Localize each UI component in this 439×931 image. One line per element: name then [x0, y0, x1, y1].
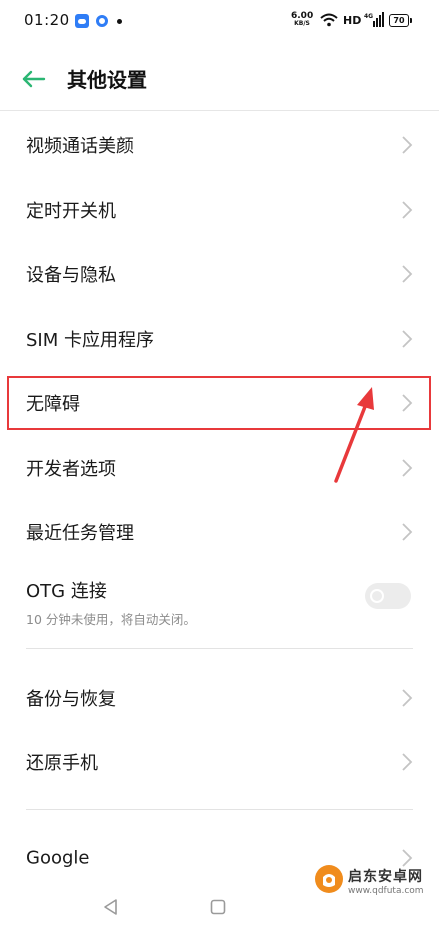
- chevron-right-icon: [402, 689, 413, 707]
- network-speed-value: 6.00: [291, 11, 314, 21]
- screen: 01:20 6.00 KB/S HD 4G 70 其他设置 视频通话美颜 定时开…: [0, 0, 439, 931]
- settings-item-label: Google: [26, 847, 90, 869]
- cloud-app-icon: [75, 14, 89, 28]
- header-divider: [0, 110, 439, 111]
- ring-app-icon: [96, 15, 108, 27]
- settings-item-label: 设备与隐私: [26, 265, 116, 287]
- settings-item-device-privacy[interactable]: 设备与隐私: [0, 242, 439, 307]
- otg-label: OTG 连接: [26, 580, 107, 602]
- back-arrow-icon[interactable]: [18, 64, 48, 94]
- hd-label: HD: [343, 14, 362, 27]
- settings-item-label: 定时开关机: [26, 200, 116, 222]
- chevron-right-icon: [402, 330, 413, 348]
- battery-icon: 70: [389, 14, 412, 27]
- otg-toggle[interactable]: [365, 582, 411, 609]
- network-speed-unit: KB/S: [294, 20, 310, 27]
- annotation-arrow: [334, 387, 374, 483]
- wifi-icon: [320, 13, 338, 27]
- watermark-logo-icon: [315, 865, 343, 893]
- nav-back-icon[interactable]: [102, 898, 120, 916]
- page-title: 其他设置: [67, 68, 147, 92]
- chevron-right-icon: [402, 265, 413, 283]
- watermark-url: www.qdfuta.com: [348, 886, 424, 896]
- nav-home-icon[interactable]: [209, 898, 227, 916]
- settings-item-label: 备份与恢复: [26, 688, 116, 710]
- status-bar: 01:20 6.00 KB/S HD 4G 70: [0, 0, 439, 44]
- chevron-right-icon: [402, 459, 413, 477]
- signal-icon: 4G: [364, 12, 384, 27]
- settings-item-label: 最近任务管理: [26, 523, 134, 545]
- settings-item-otg: OTG 连接 10 分钟未使用，将自动关闭。: [0, 565, 439, 635]
- chevron-right-icon: [402, 136, 413, 154]
- settings-item-sim-apps[interactable]: SIM 卡应用程序: [0, 307, 439, 372]
- settings-item-scheduled-power[interactable]: 定时开关机: [0, 178, 439, 243]
- settings-item-label: 开发者选项: [26, 458, 116, 480]
- settings-item-reset-phone[interactable]: 还原手机: [0, 730, 439, 795]
- toggle-knob: [370, 588, 384, 603]
- chevron-right-icon: [402, 201, 413, 219]
- settings-item-video-call-beauty[interactable]: 视频通话美颜: [0, 113, 439, 178]
- settings-item-label: SIM 卡应用程序: [26, 329, 154, 351]
- signal-label: 4G: [364, 13, 373, 20]
- settings-item-backup-restore[interactable]: 备份与恢复: [0, 666, 439, 731]
- more-dot-icon: [117, 19, 122, 24]
- settings-item-label: 视频通话美颜: [26, 136, 134, 158]
- header: 其他设置: [0, 44, 439, 110]
- watermark-name: 启东安卓网: [348, 869, 423, 885]
- settings-item-recent-tasks[interactable]: 最近任务管理: [0, 500, 439, 565]
- chevron-right-icon: [402, 523, 413, 541]
- status-time: 01:20: [24, 11, 70, 29]
- network-speed: 6.00 KB/S: [291, 12, 313, 28]
- chevron-right-icon: [402, 849, 413, 867]
- settings-list: 视频通话美颜 定时开关机 设备与隐私 SIM 卡应用程序 无障碍 开发者选项 最…: [0, 113, 439, 890]
- otg-description: 10 分钟未使用，将自动关闭。: [26, 611, 196, 627]
- chevron-right-icon: [402, 753, 413, 771]
- settings-item-label: 还原手机: [26, 753, 98, 775]
